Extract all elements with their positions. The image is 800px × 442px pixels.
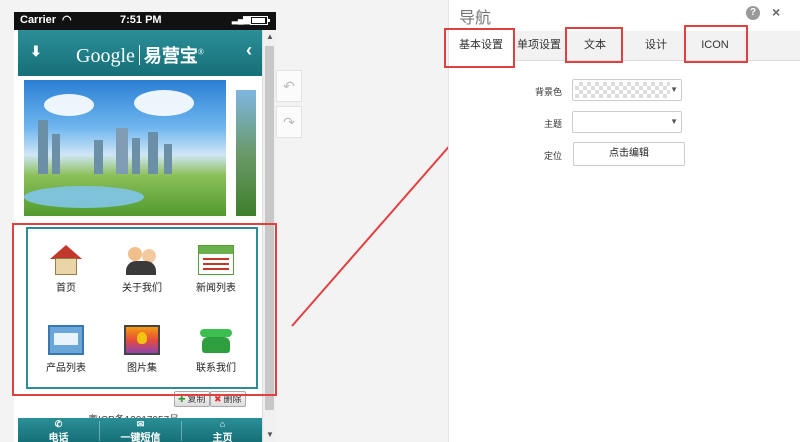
transparent-swatch [575,82,670,98]
position-label: 定位 [544,151,563,161]
help-icon[interactable]: ? [746,6,760,20]
chevron-down-icon: ▼ [670,85,678,94]
bgcolor-picker[interactable]: ▼ [572,79,682,101]
tab-item-settings[interactable]: 单项设置 [515,31,563,60]
highlight-tab-basic [444,28,515,68]
theme-select[interactable]: ▼ [572,111,682,133]
position-edit-button[interactable]: 点击编辑 [573,142,685,166]
chevron-down-icon: ▼ [670,117,678,126]
highlight-tab-text [565,27,623,63]
tab-design[interactable]: 设计 [633,31,679,60]
close-icon[interactable]: × [772,4,780,20]
theme-label: 主题 [544,119,563,129]
highlight-tab-icon [684,25,748,63]
panel-title: 导航 [459,10,492,27]
bgcolor-label: 背景色 [535,87,563,97]
